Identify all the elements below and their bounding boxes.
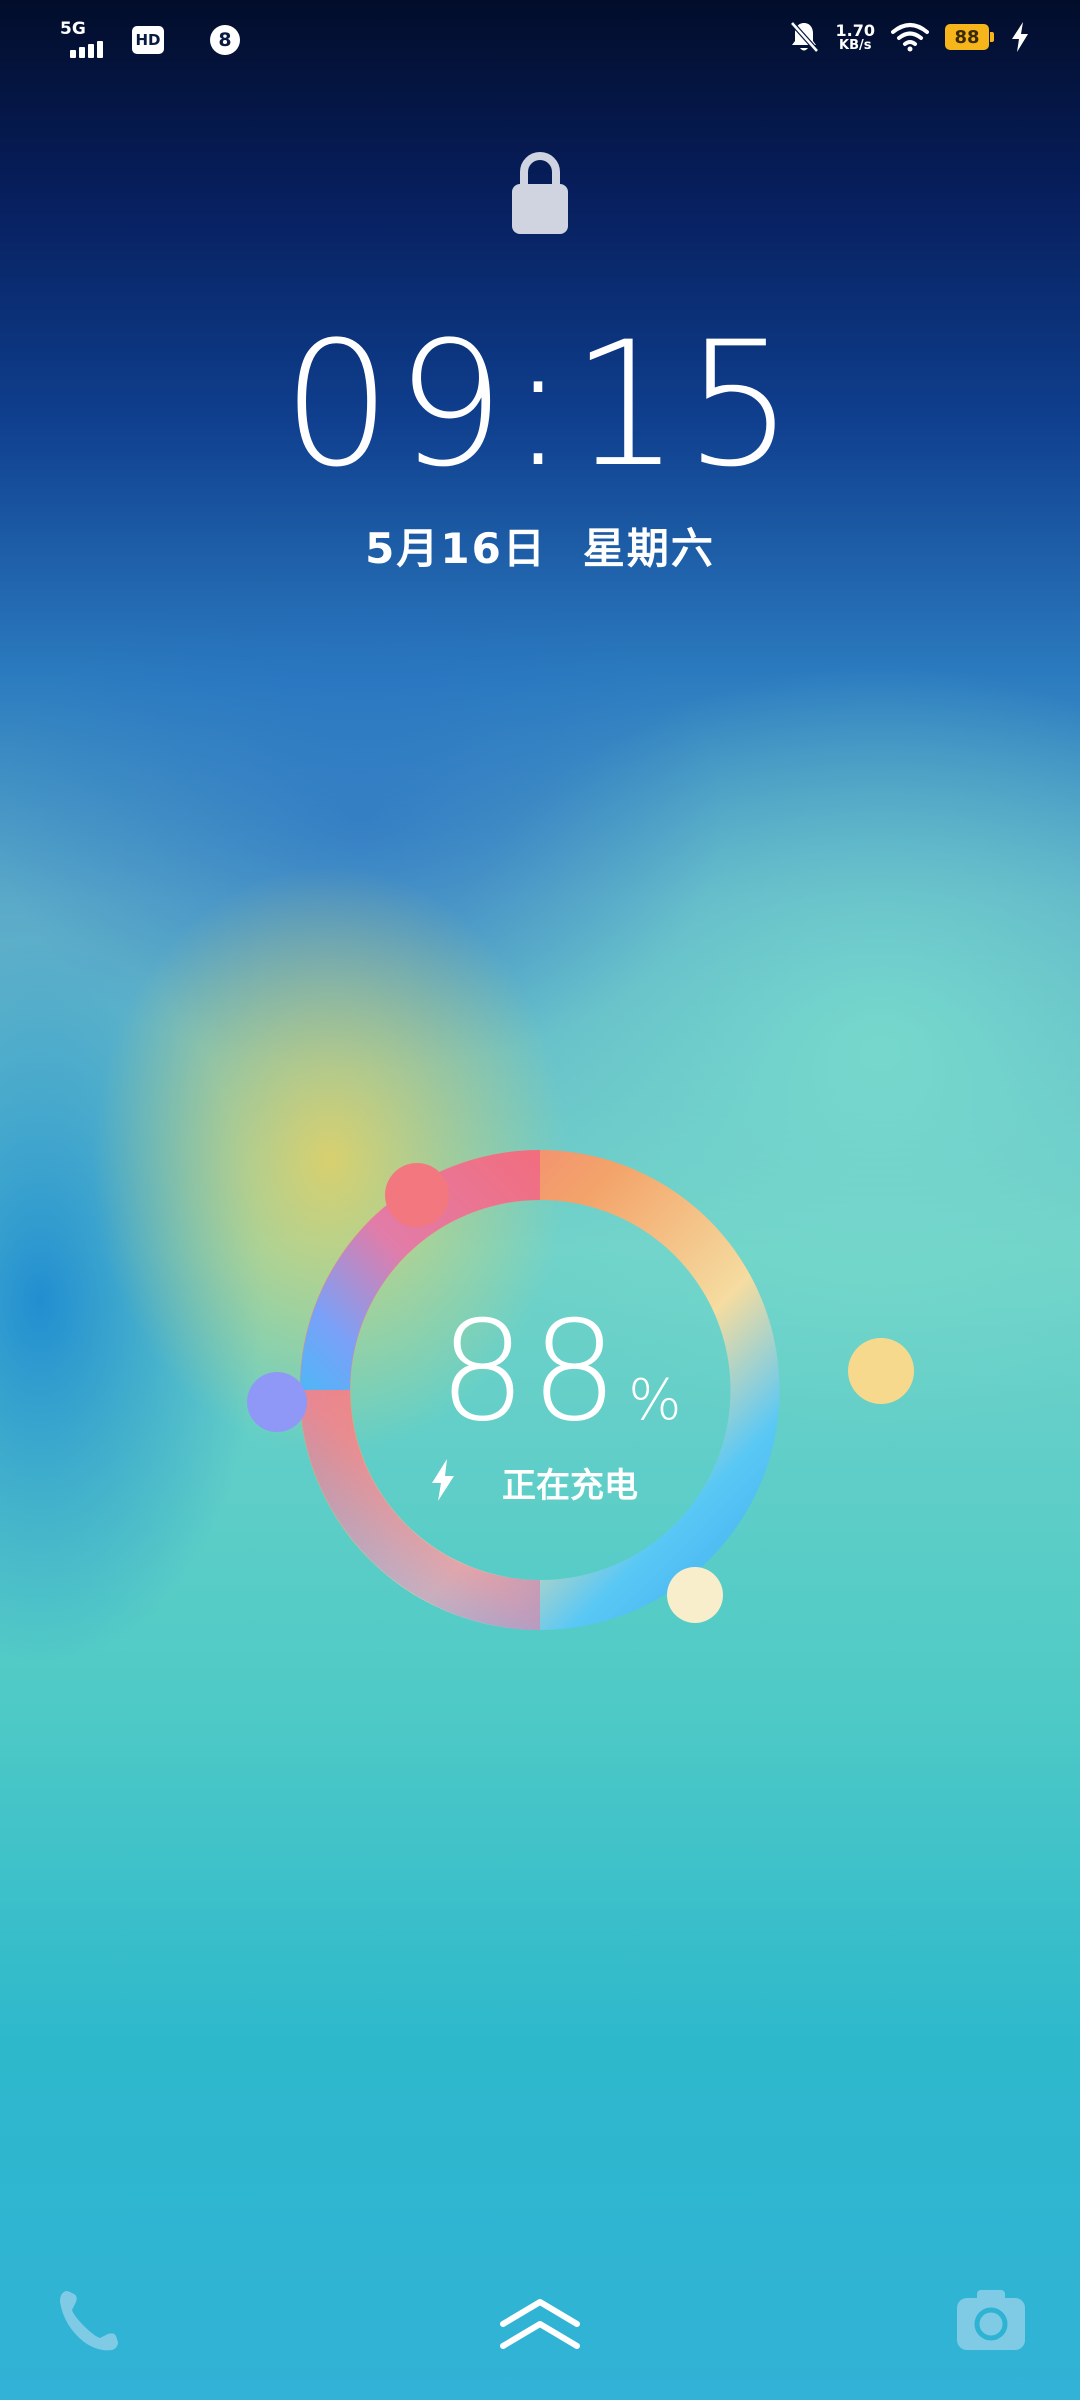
status-bar-left: 5G HD 8 <box>60 20 240 60</box>
phone-icon[interactable] <box>50 2280 130 2360</box>
decorative-orb <box>848 1338 914 1404</box>
camera-icon[interactable] <box>955 2286 1027 2352</box>
charging-widget: 88% 正在充电 <box>230 1130 850 1650</box>
bottom-bar <box>0 2260 1080 2380</box>
battery-icon: 88 <box>945 24 994 50</box>
status-bar-right: 1.70 KB/s 88 <box>788 20 1030 54</box>
date-line: 5月16日 星期六 <box>0 515 1080 576</box>
lock-icon <box>512 152 568 234</box>
notification-badge: 8 <box>210 25 240 55</box>
charge-percent-sign: % <box>628 1368 682 1433</box>
status-bar: 5G HD 8 1.70 KB/s 88 <box>0 0 1080 80</box>
network-type-label: 5G <box>60 19 86 39</box>
net-speed: 1.70 KB/s <box>836 22 875 53</box>
weekday-text: 星期六 <box>582 524 715 573</box>
clock-time: 09:15 <box>282 304 798 505</box>
signal-icon: 5G <box>60 20 110 60</box>
charge-status: 正在充电 <box>430 1458 710 1507</box>
bell-muted-icon <box>789 21 819 53</box>
net-speed-unit: KB/s <box>839 37 872 53</box>
charging-bolt-icon <box>1012 22 1028 52</box>
charging-bolt-icon <box>432 1459 454 1501</box>
battery-level: 88 <box>945 24 989 50</box>
wifi-icon <box>891 23 929 52</box>
hd-icon: HD <box>132 26 164 54</box>
net-speed-value: 1.70 <box>835 20 875 40</box>
charge-status-text: 正在充电 <box>502 1466 638 1506</box>
date-text: 5月16日 <box>365 524 547 573</box>
unlock-chevron-icon[interactable] <box>495 2290 585 2360</box>
charge-percent-value: 88 <box>438 1291 623 1452</box>
charge-percent: 88% <box>420 1302 700 1442</box>
